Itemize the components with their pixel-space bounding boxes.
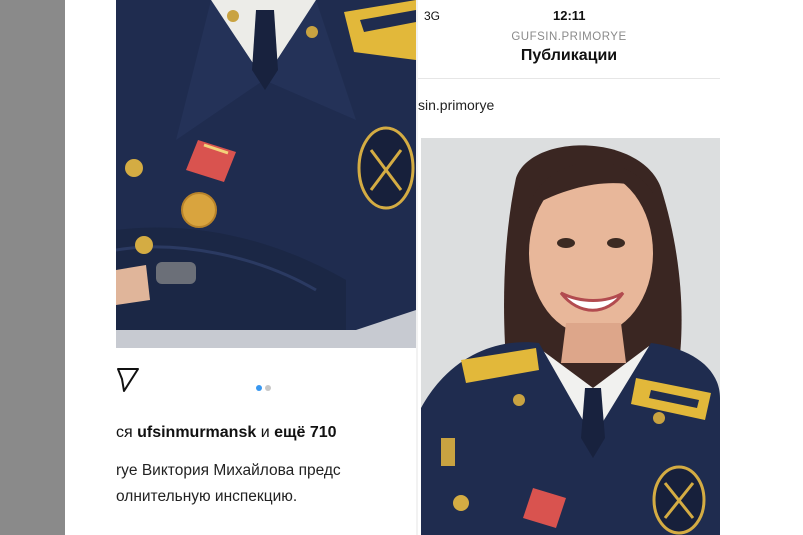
post-caption: rye Виктория Михайлова предс олнительную… — [116, 458, 341, 510]
left-post-panel: ся ufsinmurmansk и ещё 710 rye Виктория … — [116, 0, 416, 535]
likes-prefix: ся — [116, 424, 138, 441]
likes-count[interactable]: ещё 710 — [274, 424, 336, 441]
post-photo-uniform-closeup[interactable] — [116, 0, 416, 348]
profile-name: GUFSIN.PRIMORYE — [511, 31, 627, 43]
status-time: 12:11 — [553, 8, 586, 23]
carousel-dot-active — [256, 385, 262, 391]
portrait-illustration — [421, 138, 720, 535]
carousel-dot — [265, 385, 271, 391]
likes-username[interactable]: ufsinmurmansk — [137, 424, 256, 441]
right-post-panel: 3G 12:11 GUFSIN.PRIMORYE Публикации sin.… — [418, 0, 720, 535]
likes-suffix: и — [256, 424, 275, 441]
background-left — [0, 0, 65, 535]
uniform-illustration — [116, 0, 416, 348]
background-right — [720, 0, 803, 535]
header-divider — [418, 78, 720, 79]
likes-summary[interactable]: ся ufsinmurmansk и ещё 710 — [116, 424, 337, 442]
network-indicator: 3G — [424, 9, 441, 23]
post-account-name[interactable]: sin.primorye — [418, 97, 494, 113]
post-photo-portrait[interactable] — [421, 138, 720, 535]
status-bar: 3G 12:11 — [418, 0, 720, 28]
carousel-indicator — [256, 378, 274, 396]
caption-line-2: олнительную инспекцию. — [116, 488, 298, 505]
caption-line-1: rye Виктория Михайлова предс — [116, 462, 341, 479]
page-title: Публикации — [520, 47, 618, 64]
paper-plane-icon[interactable] — [116, 367, 140, 393]
